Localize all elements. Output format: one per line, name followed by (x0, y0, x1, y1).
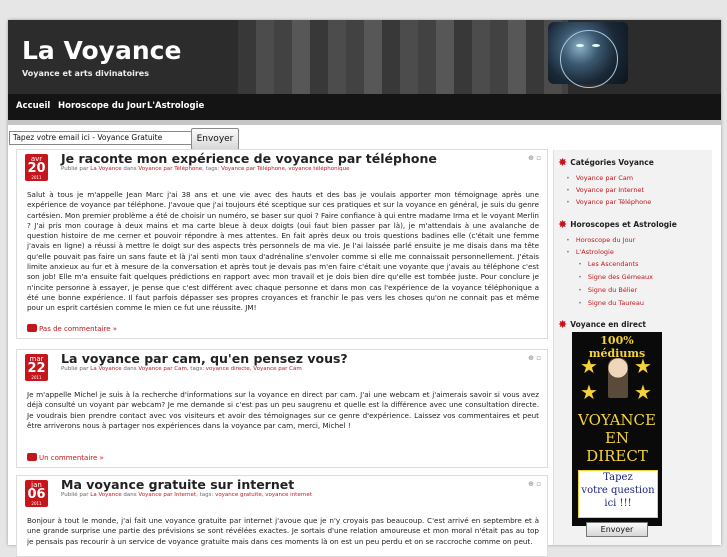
author-link[interactable]: La Voyance (90, 492, 121, 498)
site-tagline: Voyance et arts divinatoires (22, 69, 149, 78)
post-paragraph: Je m'appelle Michel je suis à la recherc… (27, 390, 539, 430)
post-meta: Publié par La Voyance dans Voyance par T… (61, 166, 350, 172)
sidebar-link-taureau[interactable]: Signe du Taureau (578, 299, 644, 307)
voyance-direct-banner[interactable]: 100% médiums ★ ★ ★ ★ VOYANCE EN DIRECT T… (572, 332, 662, 537)
sidebar-link-cam[interactable]: Voyance par Cam (566, 174, 633, 182)
banner-line: EN (604, 429, 630, 447)
nav-item-astrologie[interactable]: L'Astrologie (147, 101, 204, 111)
main-nav: Accueil Horoscope du Jour L'Astrologie (8, 94, 721, 120)
date-day: 20 (27, 161, 46, 176)
star-icon: ★ (634, 380, 652, 404)
nav-item-accueil[interactable]: Accueil (16, 101, 50, 111)
star-icon: ★ (580, 380, 598, 404)
banner-line: VOYANCE (578, 411, 656, 429)
comments-link[interactable]: Pas de commentaire » (27, 324, 117, 333)
banner-line: DIRECT (586, 447, 648, 465)
email-input[interactable]: Tapez votre email ici - Voyance Gratuite (9, 131, 195, 145)
comments-link[interactable]: Un commentaire » (27, 453, 104, 462)
post-action-icons[interactable]: ⊕ ▫ (528, 354, 541, 362)
category-link[interactable]: Voyance par Téléphone (138, 166, 202, 172)
nav-item-horoscope[interactable]: Horoscope du Jour (58, 101, 146, 111)
question-box[interactable]: Tapez votre question ici !!! (578, 470, 658, 518)
post-date-badge: mar 22 2011 (25, 354, 48, 381)
sidebar-link-astrologie[interactable]: L'Astrologie (566, 248, 614, 256)
date-day: 22 (27, 361, 46, 376)
comment-bubble-icon (27, 324, 37, 332)
post-date-badge: avr 20 2011 (25, 154, 48, 181)
star-icon: ✸ (558, 318, 568, 331)
star-icon: ★ (580, 354, 598, 378)
post-paragraph: Salut à tous je m'appelle Jean Marc j'ai… (27, 190, 539, 313)
date-day: 06 (27, 487, 46, 502)
post-body: Je m'appelle Michel je suis à la recherc… (27, 390, 539, 431)
category-link[interactable]: Voyance par Internet (138, 492, 196, 498)
sidebar-link-telephone[interactable]: Voyance par Téléphone (566, 198, 651, 206)
sidebar-title-direct: ✸ Voyance en direct (558, 318, 646, 331)
star-icon: ★ (634, 354, 652, 378)
send-button[interactable]: Envoyer (191, 128, 239, 150)
post-body: Bonjour à tout le monde, j'ai fait une v… (27, 516, 539, 547)
tags-links[interactable]: voyance gratuite, voyance internet (215, 492, 312, 498)
site-header: La Voyance Voyance et arts divinatoires … (8, 20, 721, 120)
post-title[interactable]: La voyance par cam, qu'en pensez vous? (61, 351, 348, 366)
star-icon: ✸ (558, 156, 568, 169)
post-meta: Publié par La Voyance dans Voyance par I… (61, 492, 312, 498)
medium-portrait-icon (608, 358, 628, 398)
post-title[interactable]: Ma voyance gratuite sur internet (61, 477, 294, 492)
post-title[interactable]: Je raconte mon expérience de voyance par… (61, 151, 437, 166)
star-icon: ✸ (558, 218, 568, 231)
post-body: Salut à tous je m'appelle Jean Marc j'ai… (27, 190, 539, 314)
sidebar-link-belier[interactable]: Signe du Bélier (578, 286, 637, 294)
author-link[interactable]: La Voyance (90, 166, 121, 172)
sidebar-title-categories: ✸ Catégories Voyance (558, 156, 654, 169)
page: La Voyance Voyance et arts divinatoires … (8, 20, 721, 557)
tags-links[interactable]: voyance directe, Voyance par Cam (206, 366, 302, 372)
site-title[interactable]: La Voyance (22, 36, 181, 65)
post-article: avr 20 2011 Je raconte mon expérience de… (16, 149, 548, 339)
post-action-icons[interactable]: ⊕ ▫ (528, 480, 541, 488)
sidebar-link-horoscope[interactable]: Horoscope du Jour (566, 236, 636, 244)
banner-send-button[interactable]: Envoyer (586, 522, 648, 537)
post-paragraph: Bonjour à tout le monde, j'ai fait une v… (27, 516, 539, 546)
post-date-badge: jan 06 2011 (25, 480, 48, 507)
header-mystic-face-image (548, 22, 628, 88)
sidebar-link-gemeaux[interactable]: Signe des Gémeaux (578, 273, 653, 281)
sidebar-link-internet[interactable]: Voyance par Internet (566, 186, 644, 194)
sidebar: ✸Catégories Voyance Voyance par Cam Voya… (553, 150, 712, 545)
subnav-bar (8, 120, 721, 125)
post-action-icons[interactable]: ⊕ ▫ (528, 154, 541, 162)
post-article: mar 22 2011 La voyance par cam, qu'en pe… (16, 349, 548, 468)
author-link[interactable]: La Voyance (90, 366, 121, 372)
sidebar-title-horoscope: ✸ Horoscopes et Astrologie (558, 218, 677, 231)
sidebar-link-ascendants[interactable]: Les Ascendants (578, 260, 639, 268)
comment-bubble-icon (27, 453, 37, 461)
category-link[interactable]: Voyance par Cam (138, 366, 186, 372)
post-meta: Publié par La Voyance dans Voyance par C… (61, 366, 302, 372)
tags-links[interactable]: Voyance par Téléphone, voyance téléphoni… (221, 166, 349, 172)
